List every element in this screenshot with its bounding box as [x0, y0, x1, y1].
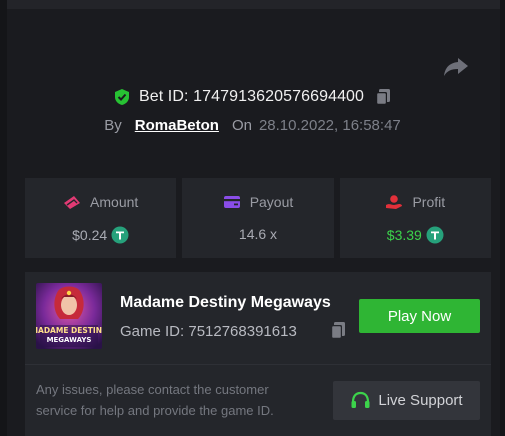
game-card: MADAME DESTINY MEGAWAYS Madame Destiny M…: [25, 272, 491, 436]
bet-date: 28.10.2022, 16:58:47: [258, 117, 401, 134]
profit-value: $3.39: [386, 227, 422, 243]
amount-stat: Amount $0.24: [25, 178, 177, 258]
right-edge: [500, 0, 505, 436]
payout-label: Payout: [249, 194, 294, 210]
left-edge: [0, 0, 7, 436]
live-support-button[interactable]: Live Support: [333, 381, 480, 420]
game-thumbnail[interactable]: MADAME DESTINY MEGAWAYS: [36, 283, 102, 349]
payout-icon: [223, 196, 240, 208]
support-notice: Any issues, please contact the customer …: [36, 382, 274, 418]
profit-label: Profit: [412, 194, 446, 210]
play-now-button[interactable]: Play Now: [359, 299, 480, 333]
payout-stat: Payout 14.6 x: [182, 178, 334, 258]
copy-icon[interactable]: [329, 321, 347, 340]
copy-icon[interactable]: [374, 88, 392, 106]
username-link[interactable]: RomaBeton: [135, 117, 219, 134]
share-icon[interactable]: [443, 54, 469, 78]
divider: [25, 364, 491, 365]
amount-value: $0.24: [72, 227, 108, 243]
by-label: By: [104, 117, 122, 134]
author-line: By RomaBeton On 28.10.2022, 16:58:47: [0, 117, 505, 134]
game-id: Game ID: 7512768391613: [120, 323, 297, 340]
bet-id-line: Bet ID: 1747913620576694400: [0, 88, 505, 106]
on-label: On: [231, 117, 252, 134]
payout-value: 14.6 x: [238, 226, 278, 242]
profit-stat: Profit $3.39: [339, 178, 491, 258]
tether-icon: [111, 226, 129, 244]
tether-icon: [426, 226, 444, 244]
live-support-label: Live Support: [378, 392, 463, 409]
top-strip: [0, 0, 505, 9]
bet-id: Bet ID: 1747913620576694400: [138, 88, 365, 105]
game-name[interactable]: Madame Destiny Megaways: [120, 294, 331, 312]
headset-icon: [351, 391, 370, 408]
profit-icon: [386, 195, 403, 209]
shield-check-icon: [114, 89, 129, 105]
stats-row: Amount $0.24 Payout 14.6 x Profit $3.39: [25, 178, 491, 258]
amount-icon: [64, 196, 81, 209]
thumb-subtitle: MEGAWAYS: [47, 336, 92, 344]
thumb-title: MADAME DESTINY: [36, 326, 102, 335]
amount-label: Amount: [90, 194, 139, 210]
